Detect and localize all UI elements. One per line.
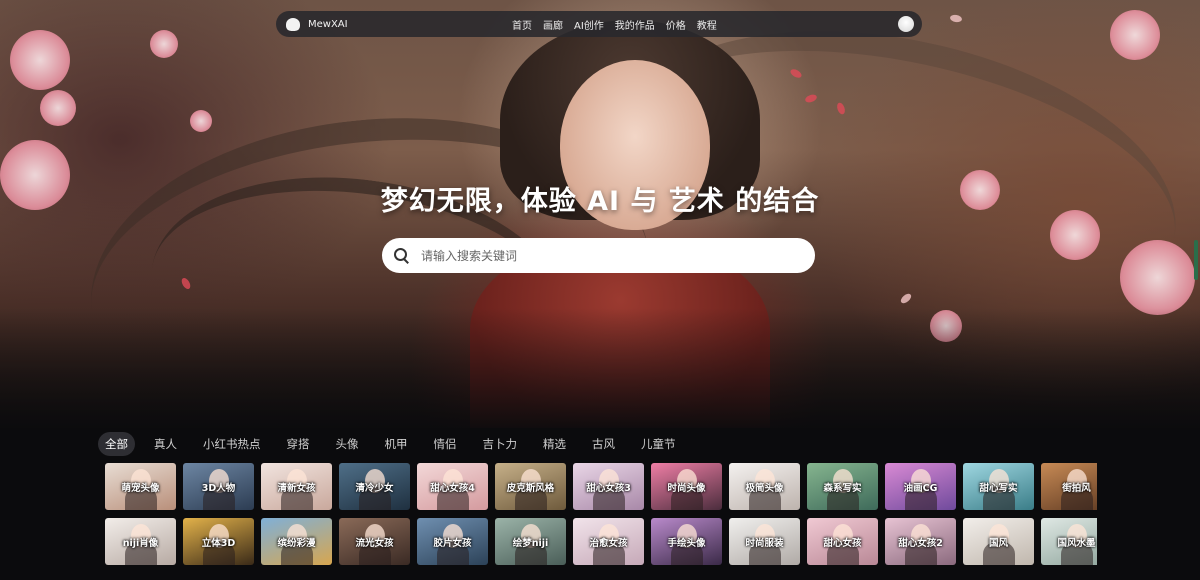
style-card-label: 时尚服装 <box>745 537 784 549</box>
style-card-label: 油画CG <box>903 482 938 494</box>
style-card-label: 甜心写实 <box>979 482 1018 494</box>
nav-item-tutorial[interactable]: 教程 <box>697 17 717 32</box>
style-card-label: 皮克斯风格 <box>506 482 555 494</box>
tab-xiaohongshu-hot[interactable]: 小红书热点 <box>196 432 268 456</box>
blossom <box>10 30 70 90</box>
style-card[interactable]: 手绘头像 <box>651 518 722 565</box>
style-card[interactable]: 3D人物 <box>183 463 254 510</box>
style-card-label: 国风 <box>988 537 1008 549</box>
style-card[interactable]: 街拍风 <box>1041 463 1097 510</box>
style-card[interactable]: 国风水墨 <box>1041 518 1097 565</box>
style-card-label: 甜心女孩2 <box>898 537 943 549</box>
style-card[interactable]: 治愈女孩 <box>573 518 644 565</box>
style-card-label: 缤纷彩漫 <box>277 537 316 549</box>
nav-item-pricing[interactable]: 价格 <box>666 17 686 32</box>
nav-item-gallery[interactable]: 画廊 <box>543 17 563 32</box>
style-card-label: 街拍风 <box>1062 482 1091 494</box>
blossom <box>150 30 178 58</box>
user-avatar[interactable] <box>898 16 914 32</box>
tab-ghibli[interactable]: 吉卜力 <box>476 432 525 456</box>
style-card[interactable]: 甜心女孩 <box>807 518 878 565</box>
search-icon <box>394 248 409 263</box>
blossom <box>1110 10 1160 60</box>
tab-ancient-style[interactable]: 古风 <box>585 432 622 456</box>
style-card[interactable]: 清冷少女 <box>339 463 410 510</box>
style-card-label: niji肖像 <box>122 537 159 549</box>
scrollbar[interactable] <box>1194 240 1198 280</box>
style-card[interactable]: 萌宠头像 <box>105 463 176 510</box>
search-box[interactable] <box>382 238 815 273</box>
style-card[interactable]: 时尚头像 <box>651 463 722 510</box>
style-card[interactable]: 甜心写实 <box>963 463 1034 510</box>
tab-all[interactable]: 全部 <box>98 432 135 456</box>
style-card-label: 治愈女孩 <box>589 537 628 549</box>
style-card[interactable]: niji肖像 <box>105 518 176 565</box>
tab-couple[interactable]: 情侣 <box>427 432 464 456</box>
top-nav: MewXAI 首页 画廊 AI创作 我的作品 价格 教程 <box>276 11 922 37</box>
tab-outfit[interactable]: 穿搭 <box>280 432 317 456</box>
style-card[interactable]: 清新女孩 <box>261 463 332 510</box>
nav-item-my-works[interactable]: 我的作品 <box>615 17 655 32</box>
style-card-label: 清新女孩 <box>277 482 316 494</box>
style-card-label: 流光女孩 <box>355 537 394 549</box>
style-card[interactable]: 胶片女孩 <box>417 518 488 565</box>
style-card-label: 森系写实 <box>823 482 862 494</box>
tab-featured[interactable]: 精选 <box>536 432 573 456</box>
style-card[interactable]: 国风 <box>963 518 1034 565</box>
style-card[interactable]: 油画CG <box>885 463 956 510</box>
hero-headline: 梦幻无限，体验 AI 与 艺术 的结合 <box>380 186 820 217</box>
style-card-label: 时尚头像 <box>667 482 706 494</box>
cat-logo-icon <box>286 17 300 31</box>
hero-fade <box>0 308 1200 428</box>
style-card[interactable]: 甜心女孩2 <box>885 518 956 565</box>
style-card[interactable]: 绘梦niji <box>495 518 566 565</box>
style-card-label: 国风水墨 <box>1057 537 1096 549</box>
search-input[interactable] <box>419 247 793 264</box>
style-grid: 萌宠头像 3D人物 清新女孩 清冷少女 甜心女孩4 皮克斯风格 甜心女孩3 时尚… <box>105 463 1097 565</box>
style-card[interactable]: 皮克斯风格 <box>495 463 566 510</box>
style-card-label: 立体3D <box>201 537 236 549</box>
style-card[interactable]: 立体3D <box>183 518 254 565</box>
style-card[interactable]: 流光女孩 <box>339 518 410 565</box>
tab-real-person[interactable]: 真人 <box>147 432 184 456</box>
category-tabs: 全部 真人 小红书热点 穿搭 头像 机甲 情侣 吉卜力 精选 古风 儿童节 <box>98 432 683 456</box>
style-card-label: 清冷少女 <box>355 482 394 494</box>
blossom <box>190 110 212 132</box>
style-card-label: 极简头像 <box>745 482 784 494</box>
style-card[interactable]: 缤纷彩漫 <box>261 518 332 565</box>
logo-text: MewXAI <box>308 18 348 30</box>
style-card-label: 胶片女孩 <box>433 537 472 549</box>
style-card[interactable]: 时尚服装 <box>729 518 800 565</box>
style-card[interactable]: 甜心女孩3 <box>573 463 644 510</box>
logo[interactable]: MewXAI <box>286 17 348 31</box>
style-card-label: 甜心女孩 <box>823 537 862 549</box>
blossom <box>40 90 76 126</box>
style-card-label: 3D人物 <box>201 482 236 494</box>
style-card-label: 甜心女孩4 <box>430 482 475 494</box>
style-card[interactable]: 极简头像 <box>729 463 800 510</box>
style-card[interactable]: 森系写实 <box>807 463 878 510</box>
tab-childrens-day[interactable]: 儿童节 <box>634 432 683 456</box>
tab-mecha[interactable]: 机甲 <box>378 432 415 456</box>
blossom <box>1120 240 1195 315</box>
style-card-label: 手绘头像 <box>667 537 706 549</box>
petal <box>949 14 963 23</box>
nav-item-ai-create[interactable]: AI创作 <box>574 17 604 32</box>
style-card-label: 甜心女孩3 <box>586 482 631 494</box>
tab-avatar[interactable]: 头像 <box>329 432 366 456</box>
style-card-label: 萌宠头像 <box>121 482 160 494</box>
style-card[interactable]: 甜心女孩4 <box>417 463 488 510</box>
style-card-label: 绘梦niji <box>512 537 549 549</box>
nav-menu: 首页 画廊 AI创作 我的作品 价格 教程 <box>512 17 717 32</box>
nav-item-home[interactable]: 首页 <box>512 17 532 32</box>
